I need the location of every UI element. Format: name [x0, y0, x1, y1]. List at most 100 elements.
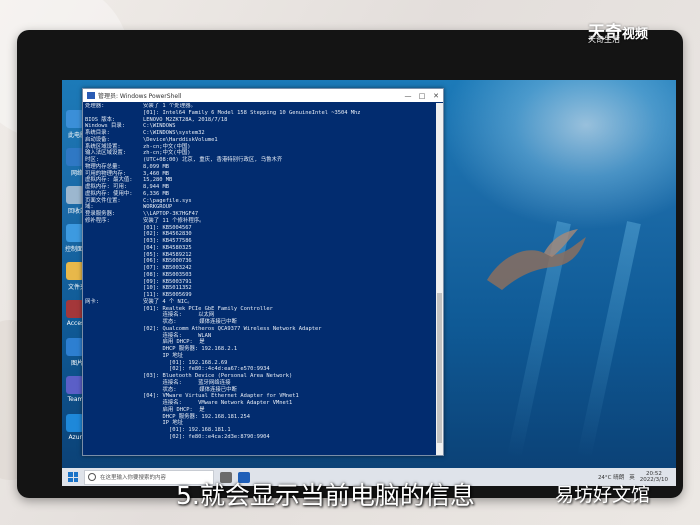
terminal-line: 启用 DHCP: 是	[85, 407, 435, 414]
terminal-line-value: [11]: KB5005699	[143, 292, 192, 298]
close-button[interactable]: ✕	[429, 92, 443, 100]
terminal-line: [01]: Realtek PCIe GbE Family Controller	[85, 306, 435, 313]
terminal-line-value: C:\WINDOWS\system32	[143, 130, 205, 136]
terminal-line-value: [01]: Intel64 Family 6 Model 158 Steppin…	[143, 109, 361, 116]
scrollbar-thumb[interactable]	[437, 293, 442, 443]
terminal-output[interactable]: 处理器: 安装了 1 个处理器。 [01]: Intel64 Family 6 Mo…	[85, 103, 435, 453]
terminal-line-value: [05]: KB4589212	[143, 251, 192, 258]
terminal-line: 状态: 媒体连接已中断	[85, 319, 435, 326]
watermark-subtext: 天奇生活	[588, 35, 620, 44]
terminal-line-label	[85, 346, 143, 353]
terminal-line: 虚拟内存: 最大值: 15,280 MB	[85, 177, 435, 184]
window-title: 管理员: Windows PowerShell	[98, 93, 182, 100]
terminal-line: 连接名: 以太网	[85, 312, 435, 319]
terminal-line-label: 修补程序:	[85, 217, 110, 224]
terminal-line-value: zh-cn;中文(中国)	[143, 150, 191, 157]
terminal-line-value: 安装了 11 个修补程序。	[143, 217, 205, 224]
terminal-line-label	[85, 400, 143, 407]
windows-logo-icon	[68, 477, 73, 482]
terminal-line-label	[85, 380, 143, 387]
terminal-line: BIOS 版本: LENOVO M2ZKT28A, 2018/7/18	[85, 117, 435, 124]
wallpaper-wave	[442, 80, 676, 230]
terminal-line: [01]: Intel64 Family 6 Model 158 Steppin…	[85, 110, 435, 117]
terminal-line-value: 8,944 MB	[143, 184, 169, 190]
terminal-line-label	[85, 333, 143, 340]
terminal-line-value: 状态: 媒体连接已中断	[143, 319, 237, 325]
terminal-line-value: 启用 DHCP: 是	[143, 406, 205, 413]
terminal-line: IP 地址	[85, 420, 435, 427]
terminal-line-value: DHCP 服务器: 192.168.2.1	[143, 346, 238, 352]
terminal-line-label	[85, 427, 143, 434]
terminal-line: 页面文件位置: C:\pagefile.sys	[85, 198, 435, 205]
terminal-line-label: 输入法区域设置:	[85, 150, 126, 157]
terminal-line-label: 虚拟内存: 使用中:	[85, 190, 133, 197]
powershell-icon	[87, 92, 95, 99]
terminal-line: [04]: VMware Virtual Ethernet Adapter fo…	[85, 393, 435, 400]
terminal-line-label	[85, 393, 143, 400]
terminal-line: [01]: KB5004567	[85, 225, 435, 232]
terminal-line: 网卡: 安装了 4 个 NIC。	[85, 299, 435, 306]
terminal-line: 启动设备: \Device\HarddiskVolume1	[85, 137, 435, 144]
terminal-line-label: 启动设备:	[85, 136, 110, 143]
terminal-line-label	[85, 373, 143, 380]
terminal-line: 域: WORKGROUP	[85, 204, 435, 211]
terminal-line-value: [08]: KB5003503	[143, 271, 192, 278]
terminal-line-value: 连接名: 蓝牙网络连接	[143, 379, 231, 386]
terminal-line: [03]: KB4577586	[85, 238, 435, 245]
terminal-line: [02]: fe80::e4ca:2d3e:8790:9904	[85, 434, 435, 441]
terminal-line: 登录服务器: \\LAPTOP-3K7HGF47	[85, 211, 435, 218]
terminal-line: [05]: KB4589212	[85, 252, 435, 259]
terminal-line-label: Windows 目录:	[85, 123, 125, 130]
terminal-line-value: WORKGROUP	[143, 204, 173, 211]
terminal-line-value: 安装了 1 个处理器。	[143, 103, 196, 109]
terminal-line-label	[85, 265, 143, 272]
terminal-line-label	[85, 353, 143, 360]
terminal-line-label: 网卡:	[85, 298, 100, 305]
terminal-line-value: [09]: KB5003791	[143, 278, 192, 285]
window-titlebar[interactable]: 管理员: Windows PowerShell — □ ✕	[83, 89, 443, 102]
terminal-line-label	[85, 420, 143, 427]
terminal-line: [06]: KB5000736	[85, 258, 435, 265]
powershell-window[interactable]: 管理员: Windows PowerShell — □ ✕ 处理器: 安装了 1 …	[82, 88, 444, 456]
terminal-line-label	[85, 258, 143, 265]
terminal-line-value: [10]: KB5011352	[143, 285, 192, 292]
terminal-line-value: 安装了 4 个 NIC。	[143, 298, 193, 305]
terminal-line-value: [02]: KB4562830	[143, 231, 192, 238]
terminal-line-label	[85, 387, 143, 394]
terminal-line-value: 3,460 MB	[143, 170, 169, 177]
maximize-button[interactable]: □	[415, 92, 429, 100]
terminal-line-value: 15,280 MB	[143, 177, 173, 184]
terminal-line-label	[85, 252, 143, 259]
terminal-line-label	[85, 292, 143, 299]
terminal-line-label	[85, 306, 143, 313]
watermark-logo-suffix: 视频	[622, 27, 649, 42]
search-icon	[88, 473, 96, 481]
terminal-line-value: [06]: KB5000736	[143, 258, 192, 265]
wallpaper-diver	[487, 229, 586, 290]
terminal-line-value: LENOVO M2ZKT28A, 2018/7/18	[143, 116, 228, 123]
terminal-line: 物理内存总量: 8,099 MB	[85, 164, 435, 171]
terminal-line-value: [07]: KB5003242	[143, 265, 192, 271]
terminal-line: 处理器: 安装了 1 个处理器。	[85, 103, 435, 110]
terminal-line: 连接名: 蓝牙网络连接	[85, 380, 435, 387]
minimize-button[interactable]: —	[401, 92, 415, 100]
start-button[interactable]	[68, 472, 78, 482]
terminal-line: 连接名: WLAN	[85, 333, 435, 340]
terminal-line-label	[85, 110, 143, 117]
windows-logo-icon	[68, 472, 73, 477]
terminal-line: 修补程序: 安装了 11 个修补程序。	[85, 218, 435, 225]
terminal-line-value: C:\pagefile.sys	[143, 197, 192, 204]
terminal-line-value: 状态: 媒体连接已中断	[143, 386, 237, 393]
terminal-line: [02]: fe80::4c4d:ea67:e570:9934	[85, 366, 435, 373]
terminal-line-value: [01]: KB5004567	[143, 224, 192, 231]
terminal-line-label	[85, 279, 143, 286]
terminal-scrollbar[interactable]	[436, 103, 443, 455]
terminal-line-value: [03]: Bluetooth Device (Personal Area Ne…	[143, 373, 293, 379]
video-subtitle: 5.就会显示当前电脑的信息	[176, 481, 475, 510]
terminal-line-value: [04]: VMware Virtual Ethernet Adapter fo…	[143, 393, 299, 400]
terminal-line-label	[85, 225, 143, 232]
terminal-line: [02]: KB4562830	[85, 231, 435, 238]
terminal-line: 状态: 媒体连接已中断	[85, 387, 435, 394]
terminal-line: 系统目录: C:\WINDOWS\system32	[85, 130, 435, 137]
terminal-line: [10]: KB5011352	[85, 285, 435, 292]
